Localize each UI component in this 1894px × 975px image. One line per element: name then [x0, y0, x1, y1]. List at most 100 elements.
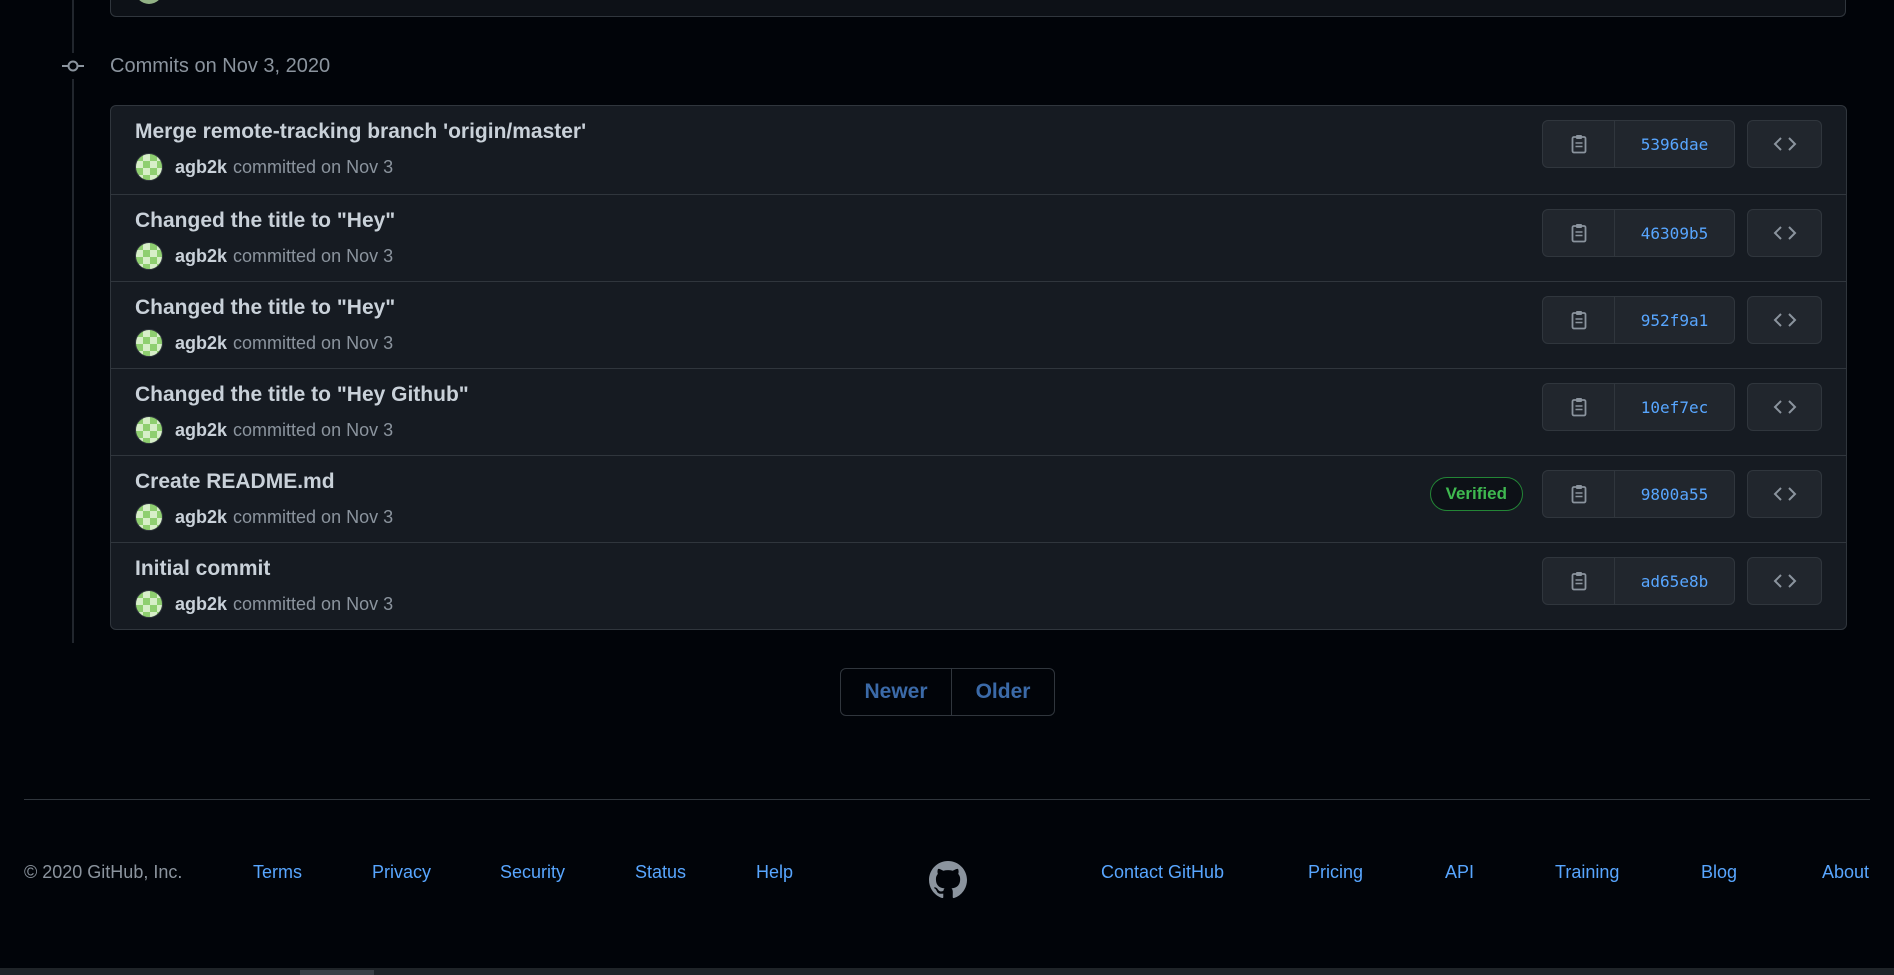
commit-row: Changed the title to "Hey" agb2k committed… — [111, 194, 1846, 281]
commit-meta: agb2k committed on Nov 3 — [135, 329, 393, 357]
commit-title[interactable]: Initial commit — [135, 557, 270, 581]
timeline-line — [72, 0, 74, 643]
avatar[interactable] — [135, 153, 163, 181]
commit-meta: agb2k committed on Nov 3 — [135, 153, 393, 181]
browse-repo-button[interactable] — [1747, 383, 1822, 431]
git-commit-icon — [60, 53, 86, 79]
code-icon — [1773, 487, 1796, 501]
commit-author[interactable]: agb2k — [175, 507, 227, 528]
avatar[interactable] — [135, 590, 163, 618]
commit-row: Changed the title to "Hey Github" agb2k co… — [111, 368, 1846, 455]
commit-sha-link[interactable]: 10ef7ec — [1615, 384, 1734, 430]
commit-sha-link[interactable]: 5396dae — [1615, 121, 1734, 167]
commit-date: committed on Nov 3 — [233, 419, 394, 440]
pagination: Newer Older — [840, 668, 1055, 716]
commit-sha-group: 46309b5 — [1542, 209, 1735, 257]
commit-row: Merge remote-tracking branch 'origin/mas… — [111, 106, 1846, 194]
commit-author[interactable]: agb2k — [175, 594, 227, 615]
avatar[interactable] — [135, 503, 163, 531]
avatar[interactable] — [135, 329, 163, 357]
footer-link-pricing[interactable]: Pricing — [1308, 862, 1363, 883]
clipboard-icon — [1571, 572, 1586, 591]
copy-sha-button[interactable] — [1543, 297, 1615, 343]
code-icon — [1773, 137, 1796, 151]
commit-meta: agb2k committed on Nov 3 — [135, 416, 393, 444]
commit-date: committed on Nov 3 — [233, 332, 394, 353]
commit-title[interactable]: Changed the title to "Hey Github" — [135, 383, 469, 407]
footer-divider — [24, 799, 1870, 800]
footer-link-privacy[interactable]: Privacy — [372, 862, 431, 883]
browse-repo-button[interactable] — [1747, 209, 1822, 257]
commit-date: committed on Nov 3 — [233, 506, 394, 527]
commit-sha-link[interactable]: 9800a55 — [1615, 471, 1734, 517]
commit-date: committed on Nov 3 — [233, 156, 394, 177]
commit-row: Create README.md agb2k committed on Nov 3 V… — [111, 455, 1846, 542]
footer-link-blog[interactable]: Blog — [1701, 862, 1737, 883]
commit-author[interactable]: agb2k — [175, 333, 227, 354]
footer-link-status[interactable]: Status — [635, 862, 686, 883]
commit-sha-link[interactable]: 46309b5 — [1615, 210, 1734, 256]
copy-sha-button[interactable] — [1543, 384, 1615, 430]
commit-sha-link[interactable]: ad65e8b — [1615, 558, 1734, 604]
commit-sha-group: ad65e8b — [1542, 557, 1735, 605]
commit-title[interactable]: Changed the title to "Hey" — [135, 209, 395, 233]
commits-page: Commits on Nov 3, 2020 Merge remote-trac… — [0, 0, 1894, 975]
verified-badge[interactable]: Verified — [1429, 477, 1523, 511]
commit-row: Initial commit agb2k committed on Nov 3 ad6… — [111, 542, 1846, 629]
code-icon — [1773, 226, 1796, 240]
copy-sha-button[interactable] — [1543, 558, 1615, 604]
footer-link-security[interactable]: Security — [500, 862, 565, 883]
browse-repo-button[interactable] — [1747, 120, 1822, 168]
browse-repo-button[interactable] — [1747, 470, 1822, 518]
commit-title[interactable]: Create README.md — [135, 470, 335, 494]
scrollbar-thumb[interactable] — [300, 970, 374, 975]
footer-link-training[interactable]: Training — [1555, 862, 1619, 883]
avatar[interactable] — [135, 416, 163, 444]
commit-title[interactable]: Changed the title to "Hey" — [135, 296, 395, 320]
code-icon — [1773, 574, 1796, 588]
commit-author[interactable]: agb2k — [175, 420, 227, 441]
browse-repo-button[interactable] — [1747, 557, 1822, 605]
newer-button[interactable]: Newer — [841, 669, 952, 715]
commit-sha-group: 952f9a1 — [1542, 296, 1735, 344]
commit-meta: agb2k committed on Nov 3 — [135, 590, 393, 618]
commit-author[interactable]: agb2k — [175, 157, 227, 178]
clipboard-icon — [1571, 224, 1586, 243]
copy-sha-button[interactable] — [1543, 121, 1615, 167]
commit-date: committed on Nov 3 — [233, 593, 394, 614]
avatar[interactable] — [135, 242, 163, 270]
footer-link-terms[interactable]: Terms — [253, 862, 302, 883]
footer-copyright: © 2020 GitHub, Inc. — [24, 862, 183, 882]
commit-sha-link[interactable]: 952f9a1 — [1615, 297, 1734, 343]
commit-title[interactable]: Merge remote-tracking branch 'origin/mas… — [135, 120, 586, 144]
avatar — [135, 0, 163, 4]
commit-meta: agb2k committed on Nov 3 — [135, 242, 393, 270]
horizontal-scrollbar[interactable] — [0, 968, 1894, 975]
clipboard-icon — [1571, 311, 1586, 330]
commit-sha-group: 9800a55 — [1542, 470, 1735, 518]
footer-link-about[interactable]: About — [1822, 862, 1869, 883]
clipboard-icon — [1571, 398, 1586, 417]
commit-row: Changed the title to "Hey" agb2k committed… — [111, 281, 1846, 368]
commit-sha-group: 5396dae — [1542, 120, 1735, 168]
footer-link-api[interactable]: API — [1445, 862, 1474, 883]
footer-link-contact[interactable]: Contact GitHub — [1101, 862, 1224, 883]
footer-link-help[interactable]: Help — [756, 862, 793, 883]
commit-group-title: Commits on Nov 3, 2020 — [110, 54, 331, 77]
github-mark-icon[interactable] — [929, 861, 967, 899]
commit-sha-group: 10ef7ec — [1542, 383, 1735, 431]
older-button[interactable]: Older — [952, 669, 1054, 715]
code-icon — [1773, 313, 1796, 327]
commit-list: Merge remote-tracking branch 'origin/mas… — [110, 105, 1847, 630]
browse-repo-button[interactable] — [1747, 296, 1822, 344]
commit-group-header: Commits on Nov 3, 2020 — [60, 52, 330, 80]
copy-sha-button[interactable] — [1543, 471, 1615, 517]
copy-sha-button[interactable] — [1543, 210, 1615, 256]
commit-author[interactable]: agb2k — [175, 246, 227, 267]
commit-meta: agb2k committed on Nov 3 — [135, 503, 393, 531]
clipboard-icon — [1571, 135, 1586, 154]
previous-commit-list-bottom — [110, 0, 1846, 17]
clipboard-icon — [1571, 485, 1586, 504]
code-icon — [1773, 400, 1796, 414]
commit-date: committed on Nov 3 — [233, 245, 394, 266]
